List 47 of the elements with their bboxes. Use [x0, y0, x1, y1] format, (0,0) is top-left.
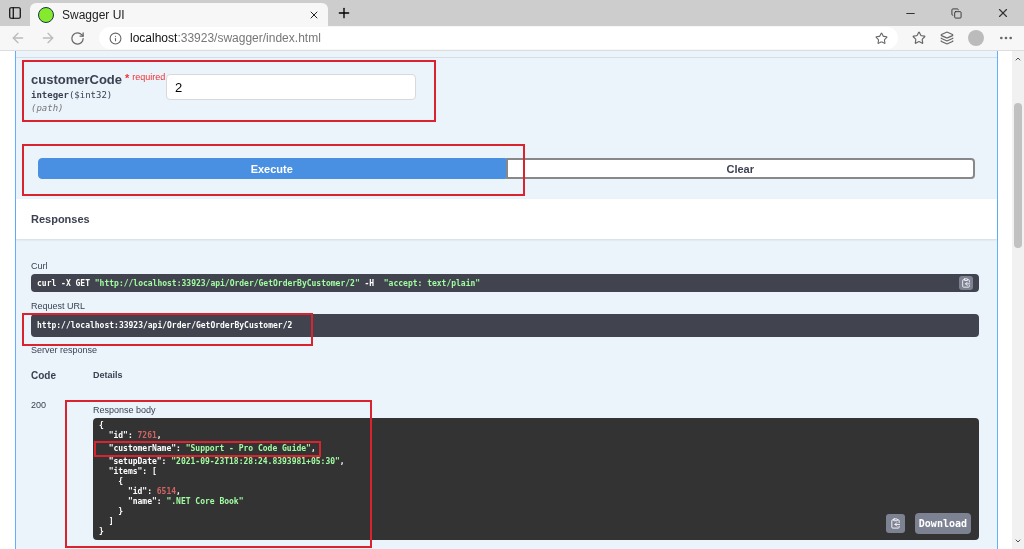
- server-response-label: Server response: [31, 345, 99, 355]
- request-url: http://localhost:33923/api/Order/GetOrderByCustomer/2: [31, 314, 979, 337]
- code-line: "id": 7261,: [107, 431, 162, 441]
- column-header: Details: [93, 370, 123, 380]
- column-header: Code: [31, 370, 56, 383]
- parameter-input[interactable]: 2: [166, 74, 416, 100]
- parameter-location: (path): [31, 103, 65, 113]
- scroll-thumb[interactable]: [1014, 102, 1022, 248]
- restore-icon[interactable]: [951, 7, 962, 19]
- scrollbar[interactable]: [1012, 51, 1024, 549]
- code-line: "name": ".NET Core Book": [126, 497, 244, 507]
- favorite-icon[interactable]: [875, 31, 888, 45]
- address-bar[interactable]: localhost:33923/swagger/index.html: [99, 27, 898, 49]
- curl-label: Curl: [31, 261, 49, 271]
- tab-title: Swagger UI: [62, 7, 125, 22]
- request-url-label: Request URL: [31, 301, 87, 311]
- response-body-label: Response body: [93, 405, 157, 415]
- code-line: {: [117, 477, 124, 487]
- code-line: "items": [: [107, 467, 157, 477]
- status-code: 200: [31, 400, 48, 412]
- copy-icon[interactable]: [886, 514, 905, 533]
- info-icon[interactable]: [109, 31, 122, 45]
- required-label: required: [132, 72, 166, 82]
- parameter-type: integer($int32): [31, 90, 114, 100]
- code-line: ]: [107, 517, 114, 527]
- sidebar-toggle-icon[interactable]: [8, 6, 22, 20]
- scroll-down-icon[interactable]: [1014, 537, 1022, 545]
- responses-heading: Responses: [31, 213, 90, 225]
- required-mark: *: [125, 72, 130, 84]
- browser-tab[interactable]: Swagger UI: [30, 3, 328, 26]
- code-line: }: [117, 507, 124, 517]
- copy-icon[interactable]: [959, 276, 973, 290]
- reload-icon[interactable]: [70, 30, 85, 46]
- swagger-logo-icon: [38, 6, 54, 23]
- parameter-name: customerCode: [31, 72, 123, 87]
- code-line: "setupDate": "2021-09-23T18:28:24.8393981+05:30",: [107, 457, 345, 467]
- code-line: "id": 6514,: [126, 487, 181, 497]
- download-button[interactable]: Download: [914, 513, 971, 534]
- close-icon[interactable]: [996, 6, 1010, 20]
- code-line: }: [99, 527, 104, 537]
- new-tab-icon[interactable]: [336, 5, 352, 21]
- collections-icon[interactable]: [940, 31, 954, 45]
- code-line: {: [99, 421, 104, 431]
- scroll-up-icon[interactable]: [1014, 55, 1022, 63]
- favorites-icon[interactable]: [912, 31, 926, 45]
- clear-button[interactable]: Clear: [505, 158, 975, 179]
- curl-command: curl -X GET "http://localhost:33923/api/Order/GetOrderByCustomer/2" -H "accept: text/plain": [31, 274, 979, 292]
